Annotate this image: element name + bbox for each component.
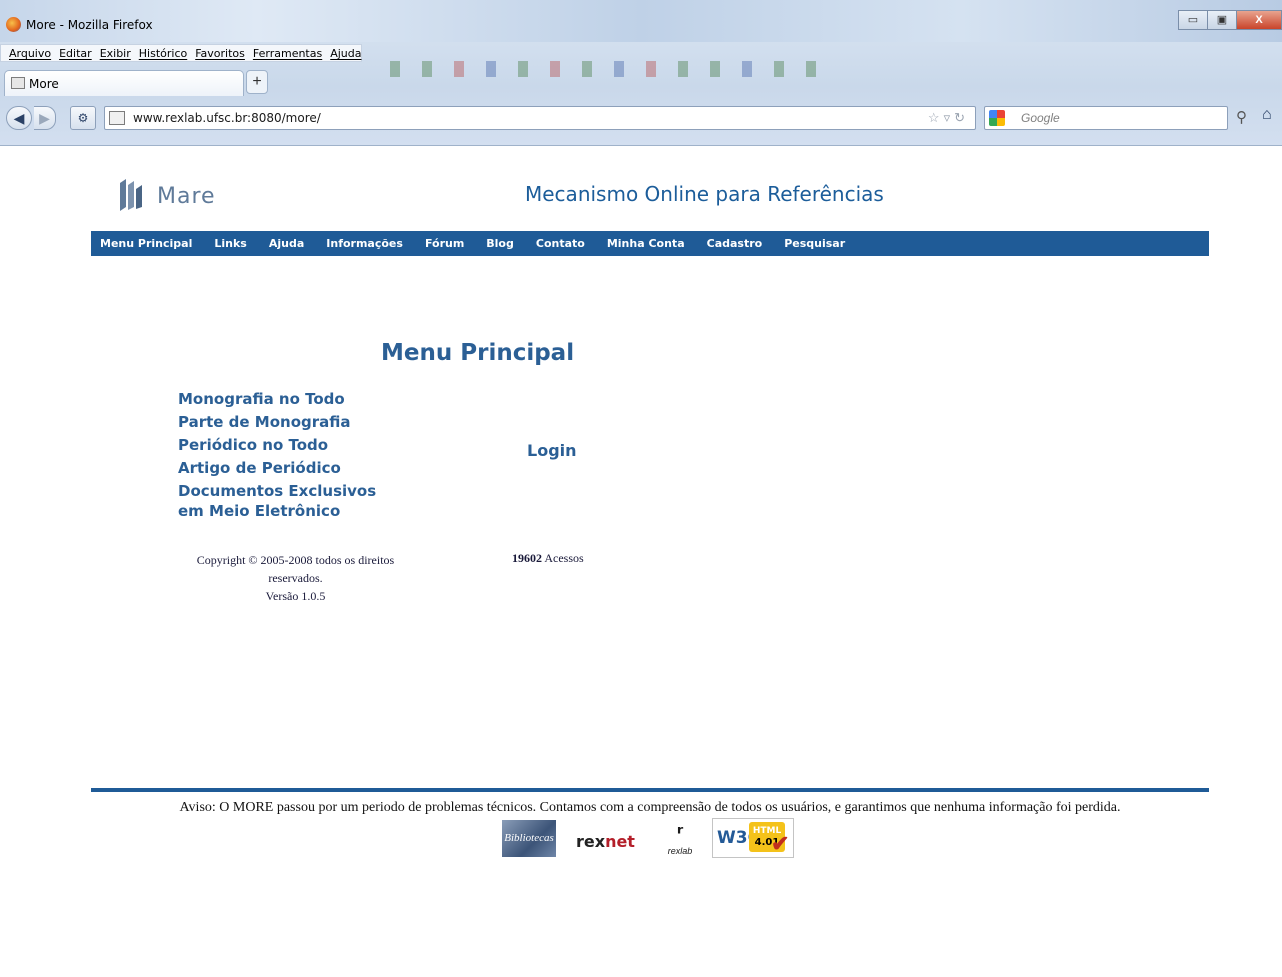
bookmark-star-icon[interactable]: ☆▿↻ [928, 110, 969, 126]
menu-favoritos[interactable]: Favoritos [191, 45, 249, 61]
access-count: 19602 [512, 551, 542, 565]
toolbar-icons [380, 44, 880, 94]
rexlab-icon: ʳ [676, 821, 684, 845]
nav-blog[interactable]: Blog [486, 237, 514, 250]
nav-menu-principal[interactable]: Menu Principal [100, 237, 192, 250]
logo-text: Mare [157, 184, 216, 209]
access-counter: 19602 Acessos [512, 551, 584, 566]
w3c-html-badge[interactable]: W3C HTML 4.01 ✔ [712, 818, 794, 858]
bibliotecas-badge[interactable]: Bibliotecas [502, 820, 556, 857]
nav-forum[interactable]: Fórum [425, 237, 464, 250]
search-placeholder: Google [1021, 111, 1060, 125]
rexnet-logo[interactable]: rexnet [576, 822, 646, 862]
window-title: More - Mozilla Firefox [26, 18, 153, 32]
menu-ferramentas[interactable]: Ferramentas [249, 45, 326, 61]
main-menu: Monografia no Todo Parte de Monografia P… [178, 388, 376, 523]
navigation-bar: ◀ ▶ ⚙ www.rexlab.ufsc.br:8080/more/ ☆▿↻ … [0, 101, 1282, 135]
home-icon[interactable]: ⌂ [1262, 106, 1272, 124]
link-periodico-no-todo[interactable]: Periódico no Todo [178, 434, 376, 457]
bibliotecas-label: Bibliotecas [504, 832, 554, 844]
search-icon[interactable]: ⚲ [1236, 108, 1247, 126]
site-title: Mecanismo Online para Referências [525, 182, 884, 206]
checkmark-icon: ✔ [771, 831, 790, 856]
close-button[interactable]: X [1236, 10, 1282, 30]
nav-links[interactable]: Links [214, 237, 246, 250]
new-tab-button[interactable]: + [246, 70, 268, 94]
nav-pesquisar[interactable]: Pesquisar [784, 237, 845, 250]
search-input[interactable]: Google [984, 106, 1228, 130]
firefox-icon [6, 17, 21, 32]
rexlab-logo[interactable]: ʳ rexlab [660, 820, 700, 860]
minimize-button[interactable]: ▭ [1178, 10, 1208, 30]
nav-contato[interactable]: Contato [536, 237, 585, 250]
site-icon [109, 111, 125, 125]
link-monografia-no-todo[interactable]: Monografia no Todo [178, 388, 376, 411]
menu-editar[interactable]: Editar [55, 45, 96, 61]
tab-more[interactable]: More [4, 70, 244, 96]
link-documentos-exclusivos-cont[interactable]: em Meio Eletrônico [178, 500, 376, 523]
copyright-text: Copyright © 2005-2008 todos os direitos … [196, 553, 395, 585]
login-link[interactable]: Login [527, 441, 577, 460]
url-text: www.rexlab.ufsc.br:8080/more/ [133, 111, 321, 125]
tab-label: More [29, 77, 59, 91]
site-navigation: Menu Principal Links Ajuda Informações F… [91, 231, 1209, 256]
browser-chrome: More - Mozilla Firefox ▭ ▣ X Arquivo Edi… [0, 0, 1282, 146]
title-bar: More - Mozilla Firefox ▭ ▣ X [0, 0, 1282, 42]
copyright: Copyright © 2005-2008 todos os direitos … [173, 551, 418, 605]
link-artigo-de-periodico[interactable]: Artigo de Periódico [178, 457, 376, 480]
link-parte-de-monografia[interactable]: Parte de Monografia [178, 411, 376, 434]
nav-informacoes[interactable]: Informações [326, 237, 403, 250]
maximize-button[interactable]: ▣ [1207, 10, 1237, 30]
url-bar[interactable]: www.rexlab.ufsc.br:8080/more/ ☆▿↻ [104, 106, 976, 130]
addon-icon[interactable]: ⚙ [70, 106, 96, 130]
menu-ajuda[interactable]: Ajuda [326, 45, 365, 61]
rexnet-text-b: net [605, 832, 635, 851]
menu-historico[interactable]: Histórico [135, 45, 191, 61]
footer-notice: Aviso: O MORE passou por um periodo de p… [179, 800, 1121, 815]
forward-button[interactable]: ▶ [34, 106, 56, 130]
google-icon[interactable] [989, 110, 1005, 126]
nav-cadastro[interactable]: Cadastro [707, 237, 763, 250]
footer-divider [91, 788, 1209, 792]
rexlab-text: rexlab [667, 846, 693, 856]
page-icon [11, 77, 25, 89]
menu-bar: Arquivo Editar Exibir Histórico Favorito… [0, 44, 362, 62]
nav-ajuda[interactable]: Ajuda [269, 237, 304, 250]
back-button[interactable]: ◀ [6, 106, 32, 130]
window-controls: ▭ ▣ X [1178, 10, 1282, 30]
page-title: Menu Principal [381, 340, 575, 366]
menu-exibir[interactable]: Exibir [96, 45, 135, 61]
access-label: Acessos [544, 551, 584, 565]
rexnet-text-a: rex [576, 832, 606, 851]
version-text: Versão 1.0.5 [265, 589, 326, 603]
menu-arquivo[interactable]: Arquivo [5, 45, 55, 61]
logo-icon [120, 179, 142, 211]
nav-minha-conta[interactable]: Minha Conta [607, 237, 685, 250]
